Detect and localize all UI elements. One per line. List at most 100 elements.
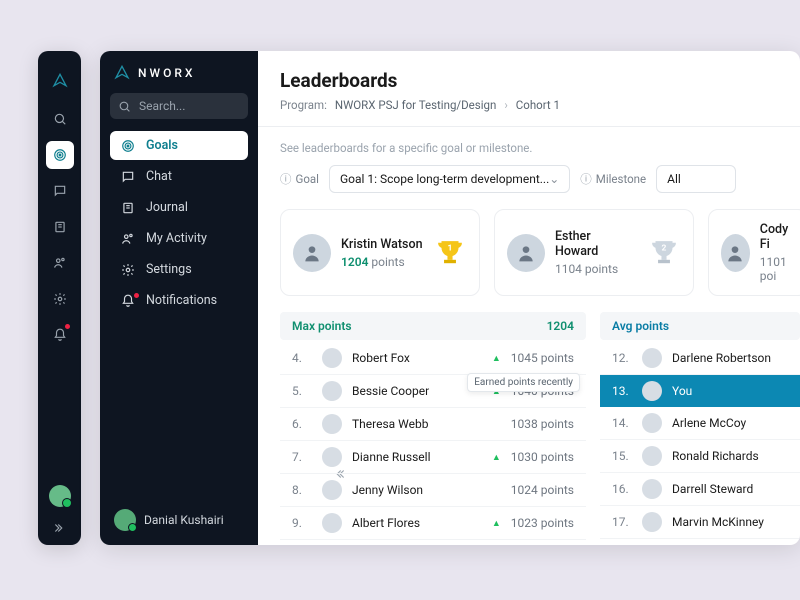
- rank-points: 1024 points: [511, 483, 574, 497]
- rank-number: 8.: [292, 483, 312, 497]
- avatar: [322, 447, 342, 467]
- podium-card-3[interactable]: Cody Fi 1101 poi: [708, 209, 800, 296]
- ranking-row[interactable]: 9. Albert Flores ▲ 1023 points: [280, 507, 586, 540]
- rank-points: 1038 points: [511, 417, 574, 431]
- breadcrumb-cohort[interactable]: Cohort 1: [516, 98, 560, 112]
- milestone-select-value: All: [667, 172, 681, 186]
- nav-activity[interactable]: My Activity: [110, 224, 248, 253]
- ranking-row[interactable]: 8. Jenny Wilson 1024 points: [280, 474, 586, 507]
- goal-select-value: Goal 1: Scope long-term development...: [340, 172, 549, 186]
- expand-sidebar-button[interactable]: [53, 521, 67, 535]
- search-icon: [118, 100, 131, 113]
- nav-settings[interactable]: Settings: [110, 255, 248, 284]
- search-icon[interactable]: [46, 105, 74, 133]
- brand-name: NWORX: [138, 66, 195, 80]
- ranking-row[interactable]: 4. Robert Fox ▲ 1045 points: [280, 342, 586, 375]
- avatar: [642, 413, 662, 433]
- svg-text:2: 2: [662, 243, 667, 253]
- breadcrumb: Program: NWORX PSJ for Testing/Design › …: [280, 98, 800, 112]
- ranking-right: 12. Darlene Robertson 13. You 14. Arlene…: [600, 342, 800, 540]
- rank-number: 16.: [612, 482, 632, 496]
- journal-icon[interactable]: [46, 213, 74, 241]
- user-name: Danial Kushairi: [144, 513, 224, 527]
- breadcrumb-program[interactable]: NWORX PSJ for Testing/Design: [335, 98, 496, 112]
- avatar: [721, 234, 750, 272]
- ranking-row[interactable]: 16. Darrell Steward: [600, 473, 800, 506]
- rank-number: 5.: [292, 384, 312, 398]
- nav-journal[interactable]: Journal: [110, 193, 248, 222]
- nav-chat[interactable]: Chat: [110, 162, 248, 191]
- podium-card-1[interactable]: Kristin Watson 1204 points 1: [280, 209, 480, 296]
- ranking-row[interactable]: 5. Bessie Cooper ▲ 1040 points Earned po…: [280, 375, 586, 408]
- rank-number: 7.: [292, 450, 312, 464]
- rank-number: 14.: [612, 416, 632, 430]
- podium-name: Esther Howard: [555, 229, 637, 259]
- activity-icon[interactable]: [46, 249, 74, 277]
- avatar: [322, 414, 342, 434]
- ranking-row-you[interactable]: 13. You: [600, 375, 800, 407]
- logo-icon: [46, 67, 74, 95]
- rank-points: 1030 points: [511, 450, 574, 464]
- brand: NWORX: [110, 65, 248, 81]
- ranking-row[interactable]: 7. Dianne Russell ▲ 1030 points: [280, 441, 586, 474]
- nav-goals[interactable]: Goals: [110, 131, 248, 160]
- info-icon: ⓘ: [580, 171, 592, 187]
- rank-points: 1023 points: [511, 516, 574, 530]
- stats-header: Max points 1204 Avg points: [280, 312, 800, 340]
- milestone-select[interactable]: All: [656, 165, 736, 193]
- ranking-row[interactable]: 6. Theresa Webb 1038 points: [280, 408, 586, 441]
- chat-icon[interactable]: [46, 177, 74, 205]
- journal-icon: [120, 201, 136, 215]
- ranking-columns: 4. Robert Fox ▲ 1045 points 5. Bessie Co…: [280, 342, 800, 540]
- podium-points: 1101 poi: [760, 255, 795, 283]
- goal-select[interactable]: Goal 1: Scope long-term development... ⌄: [329, 165, 570, 193]
- podium-points: 1204 points: [341, 255, 423, 269]
- nav-label: Journal: [146, 200, 188, 215]
- trophy-icon: 1: [433, 236, 467, 270]
- current-user[interactable]: Danial Kushairi: [110, 505, 248, 535]
- podium-points: 1104 points: [555, 262, 637, 276]
- mini-sidebar: [38, 51, 81, 545]
- avatar: [322, 381, 342, 401]
- ranking-row[interactable]: 12. Darlene Robertson: [600, 342, 800, 375]
- rank-name: Darrell Steward: [672, 482, 788, 496]
- rank-number: 13.: [612, 384, 632, 398]
- ranking-row[interactable]: 15. Ronald Richards: [600, 440, 800, 473]
- rank-name: Albert Flores: [352, 516, 482, 530]
- info-icon: ⓘ: [280, 171, 292, 187]
- rank-number: 12.: [612, 351, 632, 365]
- nav-label: My Activity: [146, 231, 207, 246]
- ranking-row[interactable]: 17. Marvin McKinney: [600, 506, 800, 539]
- avatar: [322, 348, 342, 368]
- avatar: [642, 348, 662, 368]
- chat-icon: [120, 170, 136, 184]
- search-placeholder: Search...: [139, 99, 185, 113]
- avatar: [322, 513, 342, 533]
- rank-name: Bessie Cooper: [352, 384, 482, 398]
- rank-name: Theresa Webb: [352, 417, 501, 431]
- content: Leaderboards Program: NWORX PSJ for Test…: [258, 51, 800, 545]
- goal-filter-label: ⓘ Goal: [280, 171, 319, 187]
- podium-card-2[interactable]: Esther Howard 1104 points 2: [494, 209, 694, 296]
- up-arrow-icon: ▲: [492, 518, 501, 529]
- nav-label: Chat: [146, 169, 172, 184]
- podium-name: Kristin Watson: [341, 237, 423, 252]
- up-arrow-icon: ▲: [492, 452, 501, 463]
- activity-icon: [120, 232, 136, 246]
- notifications-icon[interactable]: [46, 321, 74, 349]
- goals-icon[interactable]: [46, 141, 74, 169]
- rank-number: 15.: [612, 449, 632, 463]
- avatar: [507, 234, 545, 272]
- mini-avatar[interactable]: [49, 485, 71, 507]
- rank-name: Darlene Robertson: [672, 351, 788, 365]
- podium: Kristin Watson 1204 points 1 Esther Howa…: [280, 209, 800, 296]
- sidebar-search[interactable]: Search...: [110, 93, 248, 119]
- page-title: Leaderboards: [280, 69, 800, 92]
- max-points-header: Max points 1204: [280, 312, 586, 340]
- ranking-row[interactable]: 14. Arlene McCoy: [600, 407, 800, 440]
- rank-name: Dianne Russell: [352, 450, 482, 464]
- rank-number: 4.: [292, 351, 312, 365]
- avatar: [642, 512, 662, 532]
- nav-notifications[interactable]: Notifications: [110, 286, 248, 315]
- settings-icon[interactable]: [46, 285, 74, 313]
